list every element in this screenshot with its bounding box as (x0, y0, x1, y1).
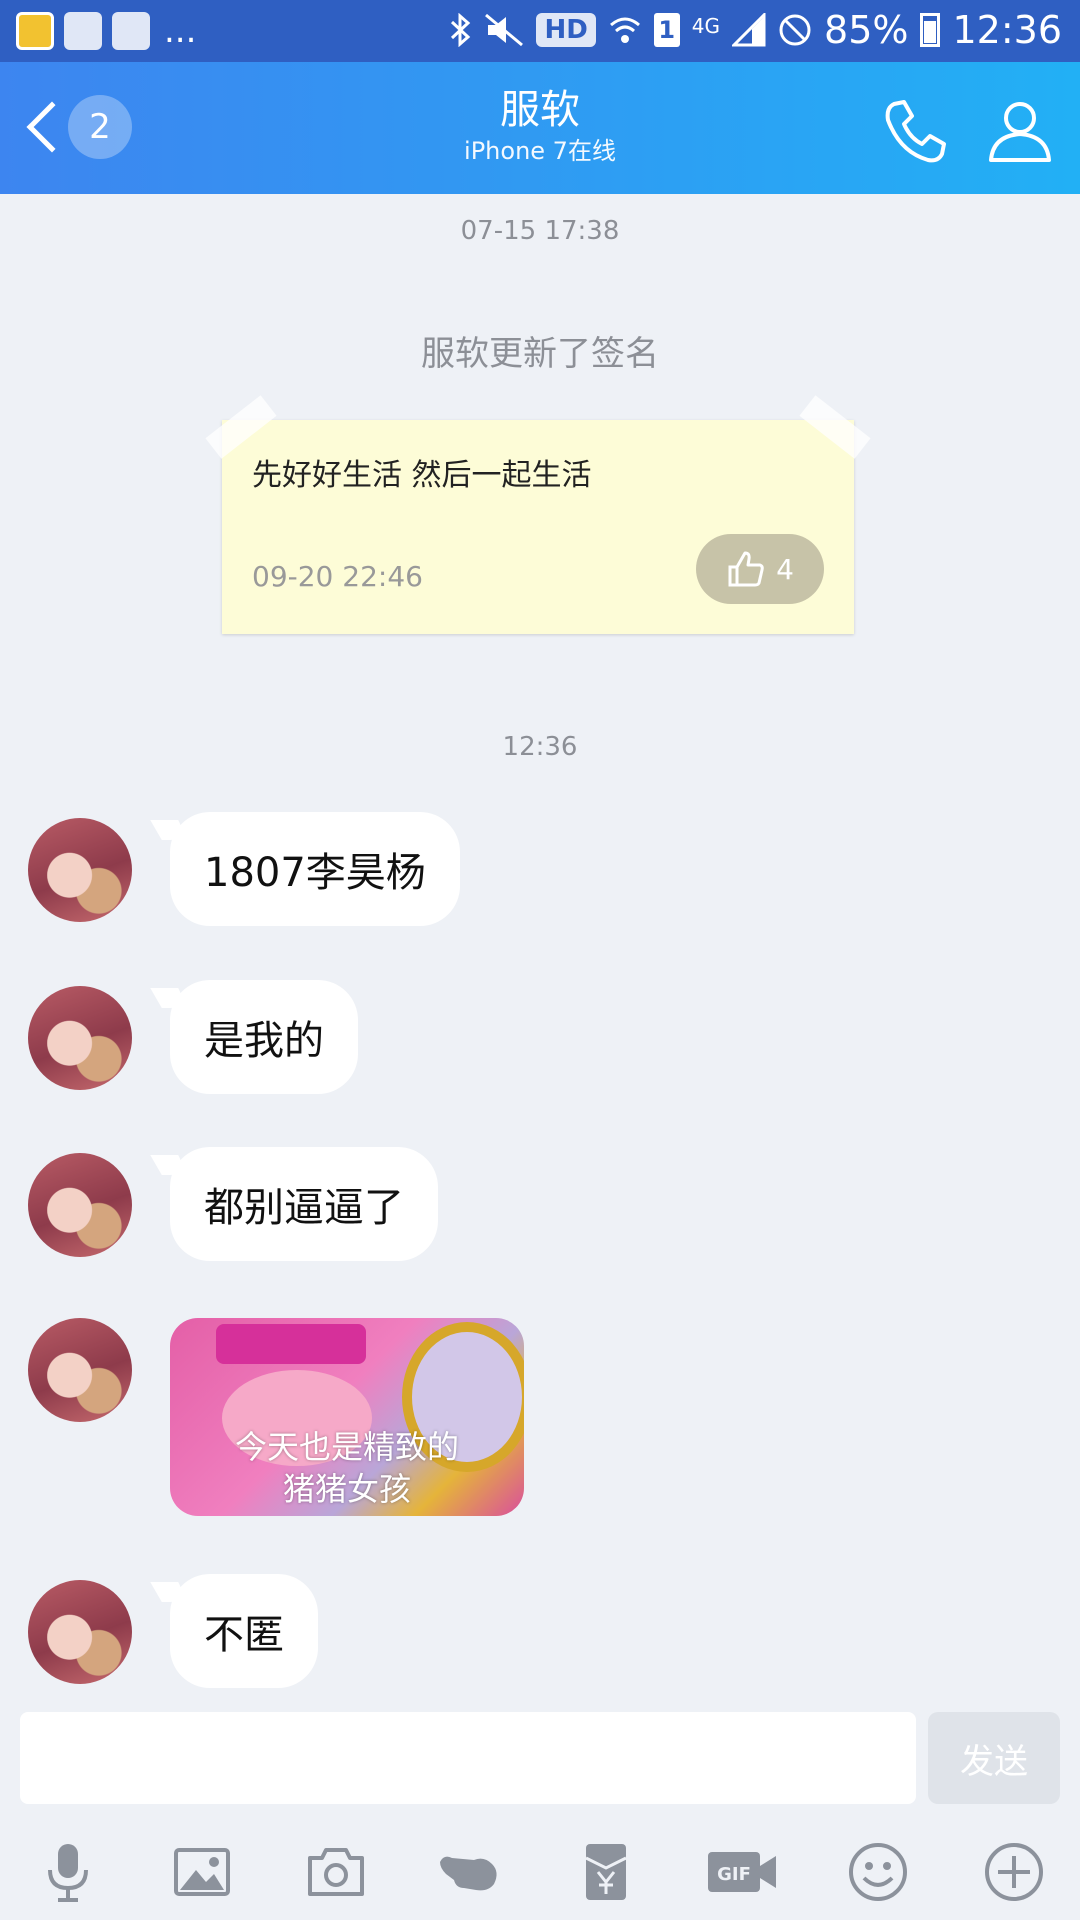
signature-time: 09-20 22:46 (252, 560, 423, 593)
send-button[interactable]: 发送 (928, 1712, 1060, 1804)
storage-notification-icon (112, 12, 150, 50)
profile-button[interactable] (985, 96, 1055, 166)
avatar[interactable] (28, 1580, 132, 1684)
message-bubble[interactable]: 都别逼逼了 (170, 1147, 438, 1261)
message-bubble[interactable]: 是我的 (170, 980, 358, 1094)
avatar[interactable] (28, 1318, 132, 1422)
thumbs-up-icon (728, 551, 764, 587)
message-bubble[interactable]: 不匿 (170, 1574, 318, 1688)
message-input[interactable] (20, 1712, 916, 1804)
avatar[interactable] (28, 986, 132, 1090)
chat-header: 2 服软 iPhone 7在线 (0, 62, 1080, 194)
sim-indicator: 1 (653, 13, 680, 47)
message-bubble[interactable]: 1807李昊杨 (170, 812, 460, 926)
plus-icon[interactable] (982, 1840, 1046, 1904)
mute-icon (485, 13, 524, 47)
message-text: 都别逼逼了 (204, 1185, 404, 1231)
input-toolbar: GIF (0, 1820, 1080, 1920)
battery-percent: 85% (824, 8, 909, 52)
gallery-notification-icon (64, 12, 102, 50)
sticker-message[interactable]: 今天也是精致的 猪猪女孩 (170, 1318, 524, 1516)
call-button[interactable] (880, 96, 950, 166)
avatar[interactable] (28, 818, 132, 922)
back-button[interactable]: 2 (18, 92, 138, 162)
hat-graphic (216, 1324, 366, 1364)
signature-text: 先好好生活 然后一起生活 (252, 458, 592, 493)
signal-type-label: 4G (691, 14, 721, 38)
bluetooth-icon (451, 13, 471, 47)
svg-text:GIF: GIF (717, 1864, 751, 1885)
more-notifications: ... (164, 11, 197, 51)
hd-badge: HD (536, 13, 596, 47)
unread-count-badge: 2 (68, 95, 132, 159)
contact-status: iPhone 7在线 (464, 137, 616, 165)
do-not-disturb-icon (779, 14, 811, 46)
red-packet-icon[interactable] (574, 1840, 638, 1904)
phone-icon (885, 100, 946, 163)
timestamp: 12:36 (502, 732, 578, 762)
emoji-icon[interactable] (846, 1840, 910, 1904)
system-message: 服软更新了签名 (421, 334, 659, 374)
app-notification-icon (16, 12, 54, 50)
person-icon (989, 102, 1051, 162)
wifi-icon (609, 17, 640, 43)
clock: 12:36 (952, 8, 1062, 52)
status-bar: ... HD 1 4G 85% 12:36 (0, 0, 1080, 62)
avatar[interactable] (28, 1153, 132, 1257)
sticker-caption: 今天也是精致的 猪猪女孩 (170, 1426, 524, 1510)
like-count: 4 (776, 552, 794, 586)
message-text: 不匿 (204, 1612, 284, 1658)
battery-icon (920, 13, 941, 47)
sticker-caption-line: 猪猪女孩 (282, 1470, 411, 1508)
signal-icon (732, 13, 766, 47)
image-icon[interactable] (170, 1840, 234, 1904)
camera-icon[interactable] (304, 1840, 368, 1904)
gif-icon[interactable]: GIF (706, 1840, 778, 1904)
message-text: 是我的 (204, 1018, 324, 1064)
chat-title-block[interactable]: 服软 iPhone 7在线 (340, 86, 740, 168)
like-button[interactable]: 4 (696, 534, 824, 604)
timestamp: 07-15 17:38 (460, 216, 620, 246)
hand-icon[interactable] (438, 1840, 502, 1904)
microphone-icon[interactable] (36, 1840, 100, 1904)
contact-name: 服软 (500, 87, 580, 133)
sticker-caption-line: 今天也是精致的 (234, 1428, 459, 1466)
message-text: 1807李昊杨 (204, 850, 426, 896)
signature-card[interactable]: 先好好生活 然后一起生活 09-20 22:46 4 (222, 420, 854, 634)
